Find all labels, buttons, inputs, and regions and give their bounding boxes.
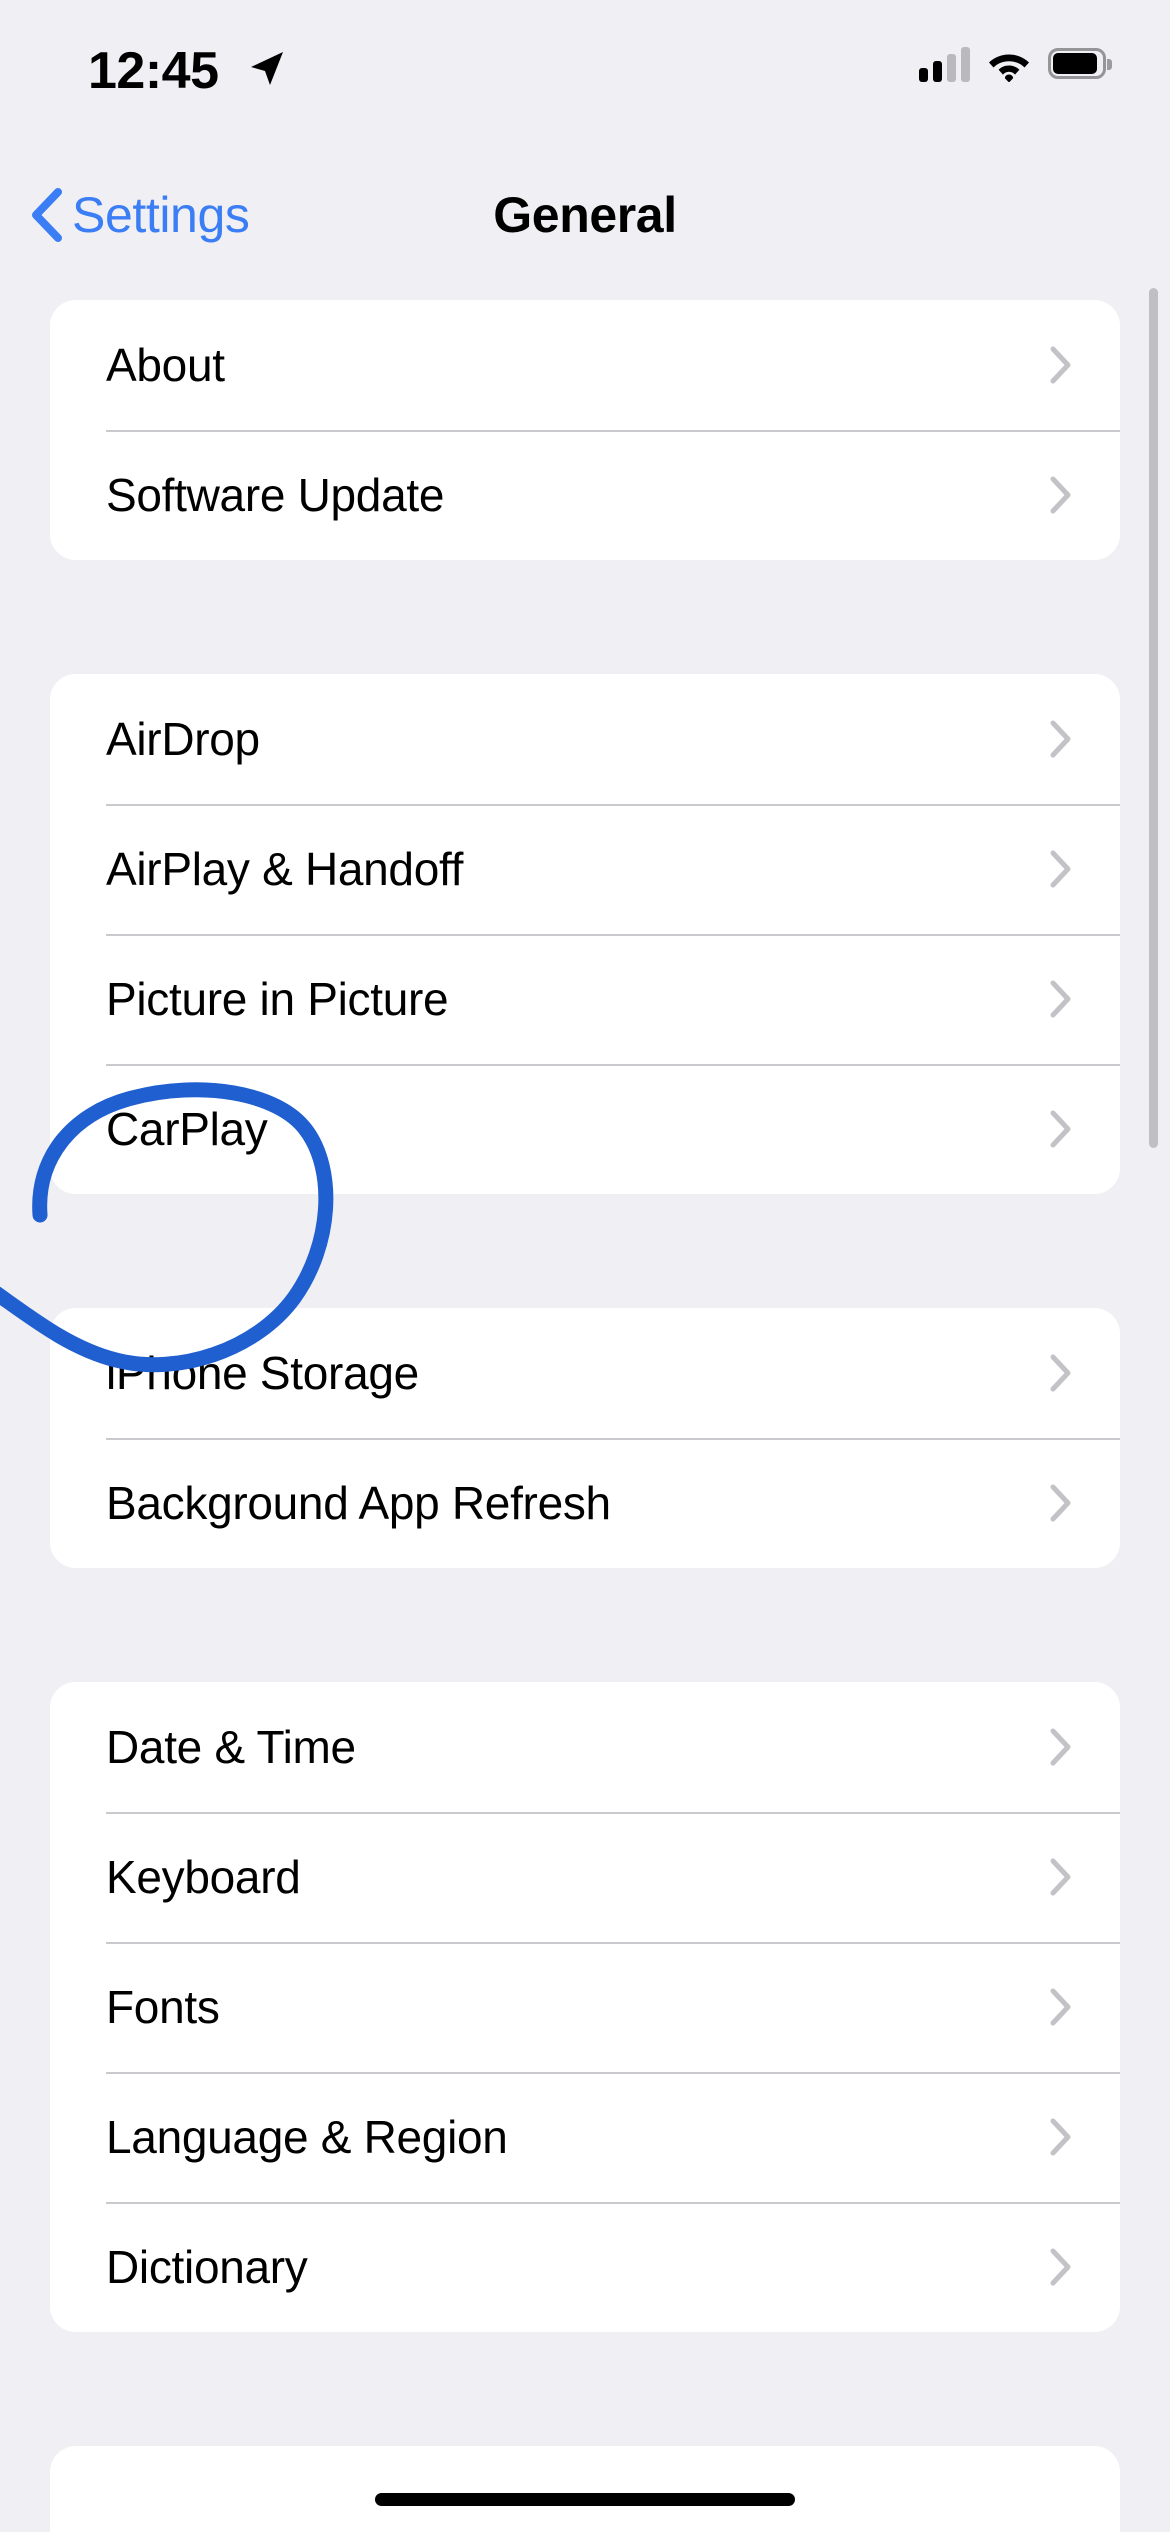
row-accessory [1050, 720, 1072, 758]
cellular-signal-icon [919, 46, 970, 82]
chevron-right-icon [1050, 1484, 1071, 1522]
chevron-right-icon [1050, 980, 1071, 1018]
battery-icon [1048, 48, 1112, 80]
settings-row-label: Picture in Picture [106, 973, 449, 1025]
group-system: About Software Update [50, 300, 1120, 560]
settings-row[interactable]: Software Update [50, 430, 1120, 560]
settings-row-label: Background App Refresh [106, 1477, 611, 1529]
row-accessory [1050, 1110, 1072, 1148]
row-accessory [1050, 1484, 1072, 1522]
chevron-right-icon [1050, 1988, 1071, 2026]
chevron-right-icon [1050, 1728, 1071, 1766]
iphone-screen: 12:45 General Settings About Software Up… [0, 0, 1170, 2532]
row-accessory [1050, 2118, 1072, 2156]
settings-row[interactable]: CarPlay [50, 1064, 1120, 1194]
settings-row-label: AirDrop [106, 713, 260, 765]
back-button-label: Settings [72, 187, 250, 243]
settings-row-label: Fonts [106, 1981, 220, 2033]
settings-row[interactable]: Picture in Picture [50, 934, 1120, 1064]
chevron-right-icon [1050, 720, 1071, 758]
settings-row[interactable]: iPhone Storage [50, 1308, 1120, 1438]
chevron-right-icon [1050, 476, 1071, 514]
chevron-right-icon [1050, 850, 1071, 888]
settings-row-label: AirPlay & Handoff [106, 843, 464, 895]
settings-row-label: Language & Region [106, 2111, 508, 2163]
signal-bar-1 [919, 68, 928, 82]
signal-bar-2 [933, 61, 942, 82]
settings-row[interactable]: Fonts [50, 1942, 1120, 2072]
status-bar-time: 12:45 [88, 42, 219, 100]
row-accessory [1050, 476, 1072, 514]
chevron-right-icon [1050, 2248, 1071, 2286]
row-accessory [1050, 2248, 1072, 2286]
status-bar-indicators [919, 46, 1112, 82]
settings-row[interactable]: AirDrop [50, 674, 1120, 804]
row-accessory [1050, 1728, 1072, 1766]
settings-row-label: About [106, 339, 225, 391]
group-storage: iPhone Storage Background App Refresh [50, 1308, 1120, 1568]
status-bar: 12:45 [0, 0, 1170, 150]
group-partial-next [50, 2446, 1120, 2532]
chevron-right-icon [1050, 1354, 1071, 1392]
group-localization: Date & Time Keyboard Fonts Language & Regio… [50, 1682, 1120, 2332]
chevron-right-icon [1050, 346, 1071, 384]
row-accessory [1050, 850, 1072, 888]
settings-row[interactable]: Dictionary [50, 2202, 1120, 2332]
settings-row-label: Dictionary [106, 2241, 308, 2293]
chevron-right-icon [1050, 1110, 1071, 1148]
settings-row[interactable]: Date & Time [50, 1682, 1120, 1812]
settings-row[interactable]: AirPlay & Handoff [50, 804, 1120, 934]
settings-row-label: Keyboard [106, 1851, 301, 1903]
chevron-left-icon [32, 188, 62, 242]
settings-row-label: Software Update [106, 469, 445, 521]
settings-row[interactable]: Language & Region [50, 2072, 1120, 2202]
location-arrow-icon [251, 52, 283, 85]
group-connectivity: AirDrop AirPlay & Handoff Picture in Pictu… [50, 674, 1120, 1194]
battery-level-fill [1053, 53, 1097, 74]
row-accessory [1050, 346, 1072, 384]
row-accessory [1050, 1354, 1072, 1392]
row-accessory [1050, 980, 1072, 1018]
settings-row-label: Date & Time [106, 1721, 356, 1773]
signal-bar-3 [947, 54, 956, 82]
chevron-right-icon [1050, 1858, 1071, 1896]
settings-list: About Software Update AirDrop AirPlay & Han… [0, 300, 1170, 2532]
settings-row[interactable]: Keyboard [50, 1812, 1120, 1942]
home-indicator [375, 2493, 795, 2506]
chevron-right-icon [1050, 2118, 1071, 2156]
settings-row-label: CarPlay [106, 1103, 268, 1155]
back-button[interactable]: Settings [28, 172, 250, 258]
settings-row-label: iPhone Storage [106, 1347, 419, 1399]
signal-bar-4 [961, 47, 970, 82]
row-accessory [1050, 1858, 1072, 1896]
navigation-bar: General Settings [0, 172, 1170, 272]
row-accessory [1050, 1988, 1072, 2026]
wifi-icon [989, 54, 1029, 82]
settings-row[interactable]: About [50, 300, 1120, 430]
settings-row[interactable]: Background App Refresh [50, 1438, 1120, 1568]
battery-cap [1107, 59, 1112, 70]
